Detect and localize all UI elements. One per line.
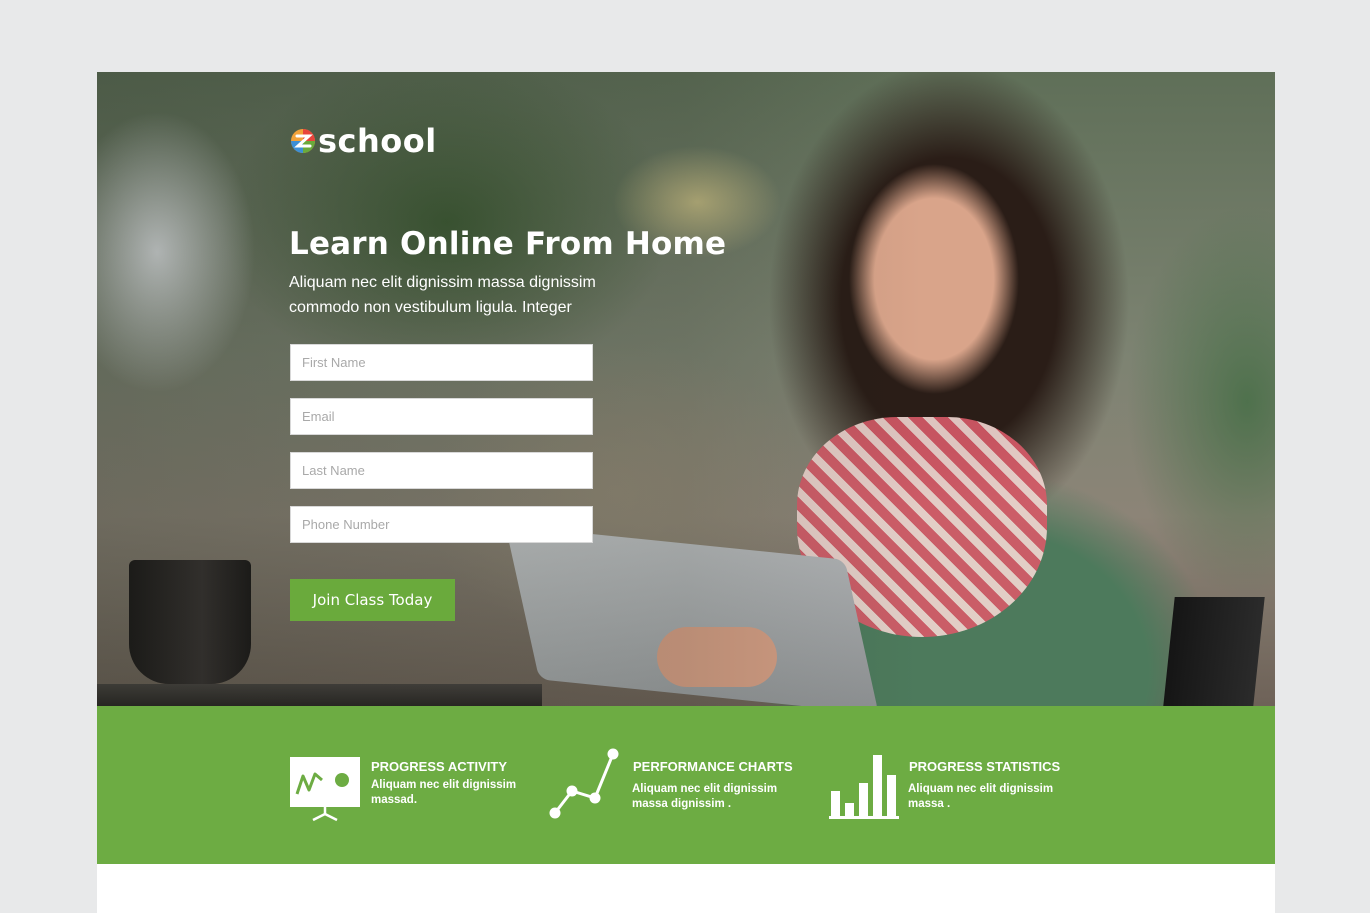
feature-title: PERFORMANCE CHARTS: [633, 759, 793, 774]
feature-description: Aliquam nec elit dignissim massa .: [908, 783, 1054, 810]
feature-title: PROGRESS ACTIVITY: [371, 759, 508, 774]
page-title: Learn Online From Home: [289, 226, 727, 262]
brand-logo[interactable]: school: [290, 122, 437, 160]
phone-field[interactable]: [290, 506, 593, 543]
join-class-button[interactable]: Join Class Today: [290, 579, 455, 621]
last-name-field[interactable]: [290, 452, 593, 489]
hero-subtext: Aliquam nec elit dignissim massa digniss…: [289, 274, 596, 316]
bar-chart-icon: [829, 755, 899, 819]
feature-title: PROGRESS STATISTICS: [909, 759, 1061, 774]
email-field[interactable]: [290, 398, 593, 435]
feature-progress-statistics: PROGRESS STATISTICS Aliquam nec elit dig…: [829, 706, 1089, 864]
hero-section: school Learn Online From Home Aliquam ne…: [97, 72, 1275, 706]
feature-progress-activity: PROGRESS ACTIVITY Aliquam nec elit digni…: [287, 706, 527, 864]
features-band: PROGRESS ACTIVITY Aliquam nec elit digni…: [97, 706, 1275, 864]
feature-description: Aliquam nec elit dignissim massa digniss…: [632, 783, 778, 810]
feature-description: Aliquam nec elit dignissim massad.: [371, 779, 517, 806]
logo-mark-icon: [291, 129, 315, 153]
line-chart-icon: [549, 748, 619, 819]
first-name-field[interactable]: [290, 344, 593, 381]
feature-performance-charts: PERFORMANCE CHARTS Aliquam nec elit dign…: [547, 706, 807, 864]
presentation-board-icon: [290, 757, 360, 822]
landing-page: school Learn Online From Home Aliquam ne…: [97, 72, 1275, 913]
logo-text: school: [318, 122, 437, 160]
